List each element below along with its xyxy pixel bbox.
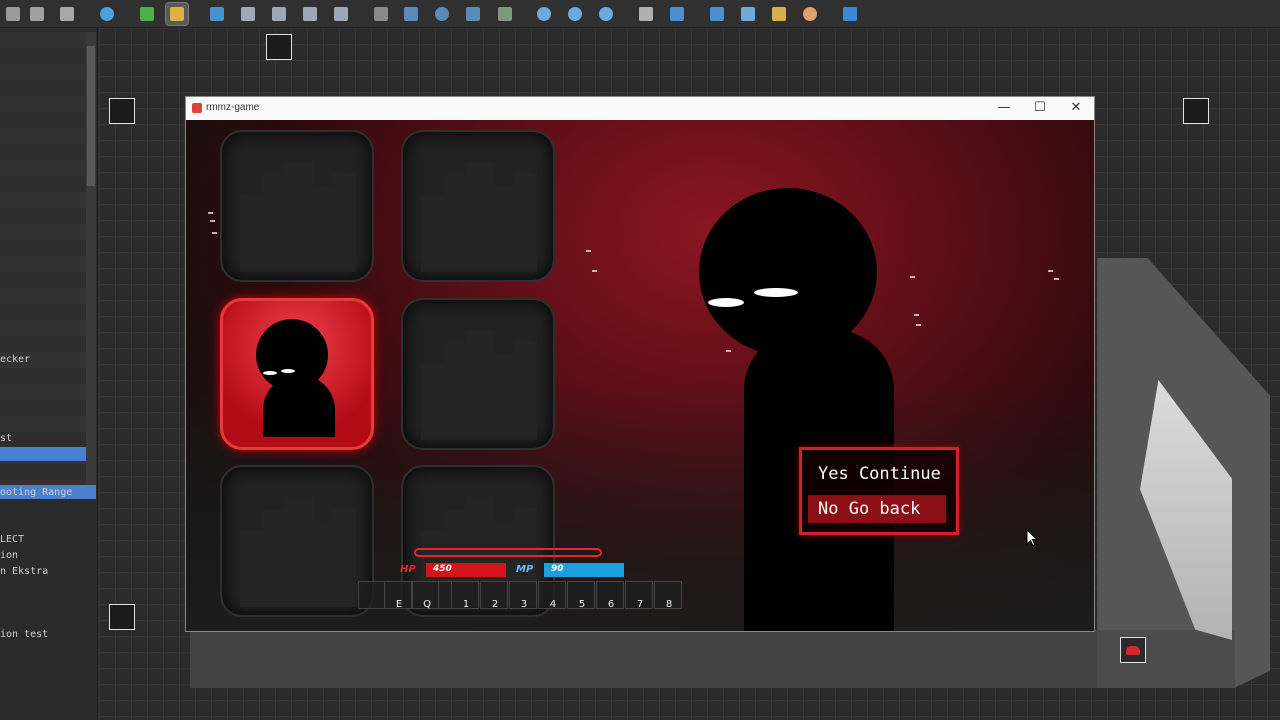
cut-icon[interactable] <box>2 3 24 25</box>
ellipse-icon[interactable] <box>431 3 453 25</box>
sidebar-scrollbar[interactable] <box>86 32 96 490</box>
mp-bar: 90 <box>544 563 624 577</box>
mp-label: MP <box>516 564 534 575</box>
map-item[interactable]: ion test <box>0 629 48 640</box>
hotkey-separator <box>438 581 452 609</box>
copy-icon[interactable] <box>26 3 48 25</box>
character-slot-empty[interactable] <box>401 130 555 282</box>
hotkey-slot-2[interactable]: 2 <box>480 581 508 610</box>
scrollbar-thumb[interactable] <box>87 46 95 186</box>
mouse-cursor-icon <box>1026 529 1038 547</box>
hotkey-slot-4[interactable]: 4 <box>538 581 566 610</box>
editor-toolbar <box>0 0 1280 28</box>
map-item[interactable]: ooting Range <box>0 487 72 498</box>
portrait-head <box>256 319 328 391</box>
hotkey-slot-q[interactable]: Q <box>412 581 440 610</box>
stickman-eye <box>708 298 744 307</box>
window-title: rmmz-game <box>206 102 260 113</box>
undo-icon[interactable] <box>96 3 118 25</box>
app-icon <box>192 103 202 113</box>
layer1-icon[interactable] <box>206 3 228 25</box>
window-titlebar[interactable]: rmmz-game — ☐ ✕ <box>186 97 1094 120</box>
paste-icon[interactable] <box>56 3 78 25</box>
playtest-icon[interactable] <box>839 3 861 25</box>
hotbar: E Q 1 2 3 4 5 6 7 8 <box>358 581 682 610</box>
mp-value: 90 <box>551 564 564 574</box>
character-slot-selected[interactable] <box>220 298 374 450</box>
pencil-icon[interactable] <box>370 3 392 25</box>
layer3-icon[interactable] <box>268 3 290 25</box>
character-slot-empty[interactable] <box>401 298 555 450</box>
zoom-out-icon[interactable] <box>564 3 586 25</box>
game-window: rmmz-game — ☐ ✕ Yes Continue No Go back … <box>185 96 1095 632</box>
layer2-icon[interactable] <box>237 3 259 25</box>
hp-label: HP <box>400 564 416 575</box>
layer4-icon[interactable] <box>299 3 321 25</box>
flood-fill-icon[interactable] <box>462 3 484 25</box>
event-marker[interactable] <box>1183 98 1209 124</box>
hotkey-slot-3[interactable]: 3 <box>509 581 537 610</box>
room-floor <box>190 630 1235 688</box>
event-marker[interactable] <box>266 34 292 60</box>
minimize-button[interactable]: — <box>989 99 1019 117</box>
player-start-marker[interactable] <box>1120 637 1146 663</box>
map-item[interactable]: n Ekstra <box>0 566 48 577</box>
zoom-in-icon[interactable] <box>533 3 555 25</box>
database-icon[interactable] <box>635 3 657 25</box>
event-marker[interactable] <box>109 604 135 630</box>
portrait-eye <box>281 369 295 373</box>
map-tree[interactable] <box>0 32 86 490</box>
no-go-back-option[interactable]: No Go back <box>808 495 946 523</box>
map-mode-icon[interactable] <box>136 3 158 25</box>
map-list-sidebar: ecker st ooting Range LECT ion n Ekstra … <box>0 28 98 720</box>
map-item[interactable]: LECT <box>0 534 24 545</box>
hotkey-slot[interactable] <box>358 581 386 609</box>
layer5-icon[interactable] <box>330 3 352 25</box>
hotkey-slot-7[interactable]: 7 <box>625 581 653 610</box>
choice-menu: Yes Continue No Go back <box>799 447 959 535</box>
yes-continue-option[interactable]: Yes Continue <box>808 460 946 488</box>
map-item[interactable]: ecker <box>0 354 30 365</box>
hotkey-slot-6[interactable]: 6 <box>596 581 624 610</box>
character-slot-empty[interactable] <box>220 130 374 282</box>
stickman-eye <box>754 288 798 297</box>
character-slot-empty[interactable] <box>220 465 374 617</box>
event-marker[interactable] <box>109 98 135 124</box>
sound-icon[interactable] <box>706 3 728 25</box>
hp-value: 450 <box>433 564 452 574</box>
character-generator-icon[interactable] <box>799 3 821 25</box>
map-item[interactable]: st <box>0 433 12 444</box>
hotkey-slot-8[interactable]: 8 <box>654 581 682 610</box>
hotkey-slot-1[interactable]: 1 <box>451 581 479 610</box>
hotkey-slot-5[interactable]: 5 <box>567 581 595 610</box>
game-scene: Yes Continue No Go back HP 450 MP 90 E Q… <box>186 120 1094 631</box>
stickman-head <box>699 188 877 356</box>
stamina-bar <box>414 548 602 557</box>
shadow-pen-icon[interactable] <box>494 3 516 25</box>
maximize-button[interactable]: ☐ <box>1025 99 1055 117</box>
selected-map-row[interactable] <box>0 447 86 461</box>
hp-bar: 450 <box>426 563 506 577</box>
close-button[interactable]: ✕ <box>1061 99 1091 117</box>
map-item[interactable]: ion <box>0 550 18 561</box>
plugin-icon[interactable] <box>666 3 688 25</box>
resource-icon[interactable] <box>737 3 759 25</box>
zoom-actual-icon[interactable] <box>595 3 617 25</box>
rectangle-icon[interactable] <box>400 3 422 25</box>
hotkey-slot-e[interactable]: E <box>384 581 412 610</box>
event-search-icon[interactable] <box>768 3 790 25</box>
car-icon <box>1126 646 1140 655</box>
portrait-eye <box>263 371 277 375</box>
event-mode-icon[interactable] <box>165 2 189 26</box>
